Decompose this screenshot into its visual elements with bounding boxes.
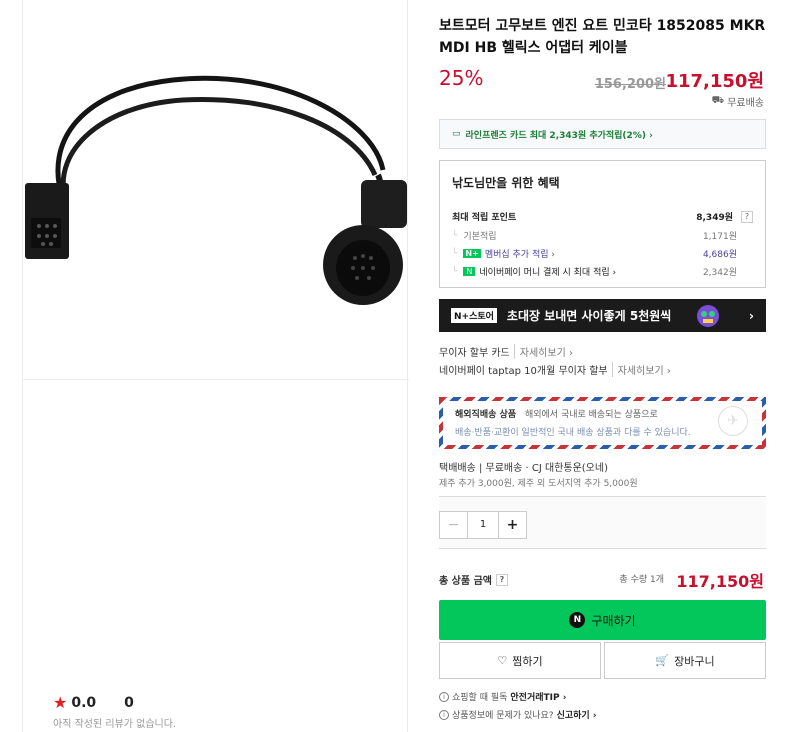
naver-n-icon: N xyxy=(569,612,586,628)
quantity-area: − 1 + xyxy=(439,496,766,549)
report-link[interactable]: i 상품정보에 문제가 있나요? 신고하기 › xyxy=(439,708,597,721)
benefit-box: 낚도님만을 위한 혜택 최대 적립 포인트 8,349원? └ 기본적립 1,17… xyxy=(439,160,766,288)
no-review-text: 아직 작성된 리뷰가 없습니다. xyxy=(53,719,177,730)
quantity-input[interactable]: 1 xyxy=(468,512,498,538)
info-icon: i xyxy=(439,691,449,702)
quantity-plus-button[interactable]: + xyxy=(498,512,526,538)
npay-icon: N xyxy=(463,267,476,276)
max-points-row: 최대 적립 포인트 8,349원? xyxy=(452,210,753,223)
quantity-stepper: − 1 + xyxy=(439,511,527,539)
credit-card-icon: ▭ xyxy=(452,129,461,139)
invite-banner[interactable]: N+스토어 초대장 보내면 사이좋게 5천원씩 › xyxy=(439,299,766,332)
overseas-notice: 해외직배송 상품 해외에서 국내로 배송되는 상품으로 배송·반품·교환이 일반… xyxy=(439,397,766,449)
original-price: 156,200원 xyxy=(594,77,666,92)
airplane-stamp-icon: ✈ xyxy=(718,406,748,436)
shipping-extra-fee: 제주 추가 3,000원, 제주 외 도서지역 추가 5,000원 xyxy=(439,479,638,489)
cart-icon: 🛒 xyxy=(655,654,670,667)
total-quantity: 총 수량 1개 xyxy=(619,575,664,585)
benefit-title: 낚도님만을 위한 혜택 xyxy=(452,176,560,190)
product-main-image[interactable] xyxy=(23,0,409,380)
nplus-store-logo: N+스토어 xyxy=(451,308,497,323)
buy-button[interactable]: N 구매하기 xyxy=(439,600,766,640)
total-label: 총 상품 금액 ? xyxy=(439,572,508,587)
card-promo[interactable]: ▭ 라인프렌즈 카드 최대 2,343원 추가적립(2%) › xyxy=(439,119,766,149)
wishlist-button[interactable]: ♡ 찜하기 xyxy=(439,642,601,679)
banner-text: 초대장 보내면 사이좋게 5천원씩 xyxy=(506,309,672,323)
sale-price: 117,150원 xyxy=(665,71,764,92)
truck-icon: ⛟ xyxy=(711,95,725,106)
total-price: 117,150원 xyxy=(676,572,764,591)
basic-points-row: └ 기본적립 1,171원 xyxy=(452,230,737,243)
product-gallery: ★ 0.0 0 아직 작성된 리뷰가 없습니다. xyxy=(22,0,409,732)
quantity-minus-button[interactable]: − xyxy=(440,512,468,538)
free-shipping-badge: ⛟ 무료배송 xyxy=(711,95,764,109)
taptap-installment-link[interactable]: 네이버페이 taptap 10개월 무이자 할부 자세히보기 › xyxy=(439,362,671,377)
help-icon[interactable]: ? xyxy=(495,573,508,586)
cart-button[interactable]: 🛒 장바구니 xyxy=(604,642,766,679)
star-icon: ★ xyxy=(53,693,68,712)
safe-trade-tip[interactable]: i 쇼핑할 때 필독 안전거래TIP › xyxy=(439,690,566,703)
naver-plus-icon: N+ xyxy=(463,249,481,258)
shipping-info: 택배배송 | 무료배송 · CJ 대한통운(오네) xyxy=(439,463,608,474)
discount-rate: 25% xyxy=(439,66,484,90)
heart-icon: ♡ xyxy=(497,654,508,667)
review-count: 0 xyxy=(124,694,134,711)
product-title: 보트모터 고무보트 엔진 요트 민코타 1852085 MKR MDI HB 헬… xyxy=(439,18,766,56)
info-icon: i xyxy=(439,709,449,720)
rating-summary: ★ 0.0 0 아직 작성된 리뷰가 없습니다. xyxy=(53,693,176,730)
mascot-icon xyxy=(697,305,719,327)
cable-image xyxy=(25,75,407,305)
help-icon[interactable]: ? xyxy=(741,210,753,223)
installment-card-link[interactable]: 무이자 할부 카드 자세히보기 › xyxy=(439,344,573,359)
npay-points-row[interactable]: └ N 네이버페이 머니 결제 시 최대 적립 › 2,342원 xyxy=(452,265,753,279)
rating-score: 0.0 xyxy=(71,694,97,711)
chevron-right-icon: › xyxy=(749,308,754,323)
membership-points-row[interactable]: └ N+ 멤버십 추가 적립 › 4,686원 xyxy=(452,247,753,261)
